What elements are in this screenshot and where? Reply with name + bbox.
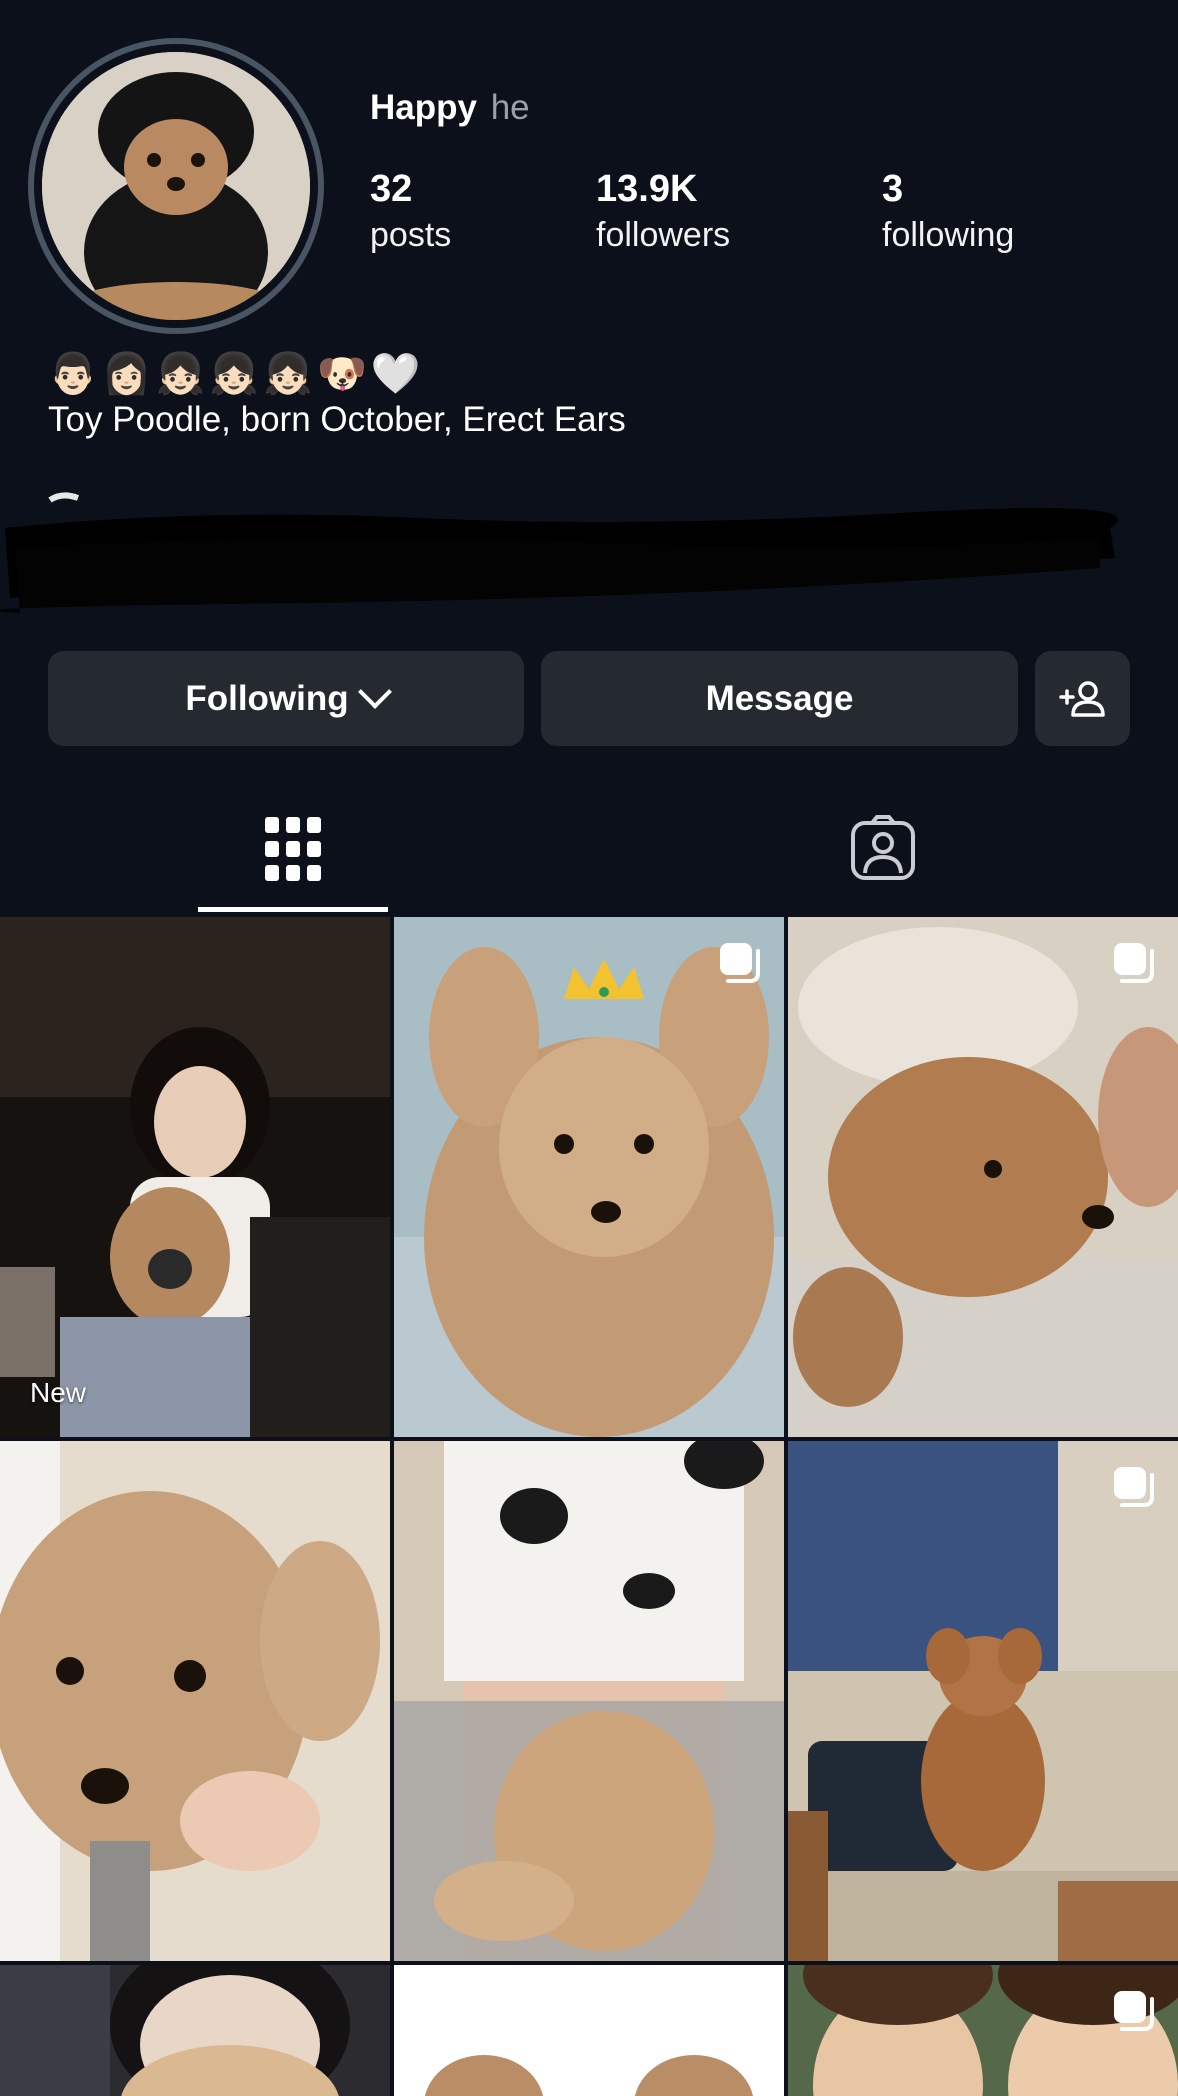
profile-name-main: Happy <box>370 88 477 127</box>
post-image-woman-with-dog <box>0 917 390 1437</box>
avatar <box>42 52 310 320</box>
stat-posts-value: 32 <box>370 168 413 210</box>
stat-followers[interactable]: 13.9K followers <box>596 166 730 258</box>
tab-posts-grid[interactable] <box>265 817 321 883</box>
tab-tagged[interactable] <box>850 815 916 881</box>
post-image-dog-on-chair <box>788 1441 1178 1961</box>
active-tab-indicator <box>198 907 388 912</box>
dog-avatar-image <box>42 52 310 320</box>
post-image-dog-with-bonnet <box>788 917 1178 1437</box>
profile-avatar-ring[interactable] <box>28 38 324 334</box>
post-image-woman-closeup <box>0 1965 390 2096</box>
stat-posts-label: posts <box>370 216 452 254</box>
post-tile[interactable] <box>394 1441 784 1961</box>
profile-tabs <box>0 800 1178 912</box>
stat-followers-label: followers <box>596 216 731 254</box>
post-tile[interactable] <box>788 1441 1178 1961</box>
post-tile[interactable] <box>788 917 1178 1437</box>
chevron-down-icon <box>357 674 392 709</box>
add-person-icon <box>1058 680 1105 717</box>
carousel-icon <box>1114 1991 1154 2031</box>
tagged-icon <box>851 815 915 880</box>
carousel-icon <box>1114 943 1154 983</box>
message-button-label: Message <box>705 678 854 718</box>
stat-followers-value: 13.9K <box>596 168 698 210</box>
bio-text: Toy Poodle, born October, Erect Ears <box>48 400 626 439</box>
post-tile[interactable]: New <box>0 917 390 1437</box>
bio-emoji-line: 👨🏻👩🏻👧🏻👧🏻👧🏻🐶🤍 <box>48 351 425 397</box>
post-tile[interactable] <box>0 1441 390 1961</box>
post-tile[interactable] <box>394 1965 784 2096</box>
carousel-icon <box>1114 1467 1154 1507</box>
add-user-button[interactable] <box>1035 651 1130 746</box>
post-tile[interactable] <box>0 1965 390 2096</box>
post-image-dog-on-lap <box>394 1441 784 1961</box>
stat-following[interactable]: 3 following <box>882 166 1014 258</box>
message-button[interactable]: Message <box>541 651 1018 746</box>
carousel-icon <box>720 943 760 983</box>
post-image-dog-with-crown <box>394 917 784 1437</box>
post-grid: New <box>0 917 1178 2096</box>
new-badge: New <box>30 1377 87 1408</box>
stat-following-value: 3 <box>882 168 904 210</box>
post-image-dog-illustration <box>394 1965 784 2096</box>
post-tile[interactable] <box>788 1965 1178 2096</box>
profile-pronoun: he <box>490 88 530 127</box>
stat-following-label: following <box>882 216 1015 254</box>
following-button[interactable]: Following <box>48 651 524 746</box>
following-button-label: Following <box>185 678 349 718</box>
redaction-scribble <box>0 492 1119 613</box>
stat-posts[interactable]: 32 posts <box>370 166 451 258</box>
profile-name: Happy he <box>370 88 530 128</box>
grid-icon <box>265 817 321 881</box>
post-tile[interactable] <box>394 917 784 1437</box>
post-image-dog-closeup <box>0 1441 390 1961</box>
